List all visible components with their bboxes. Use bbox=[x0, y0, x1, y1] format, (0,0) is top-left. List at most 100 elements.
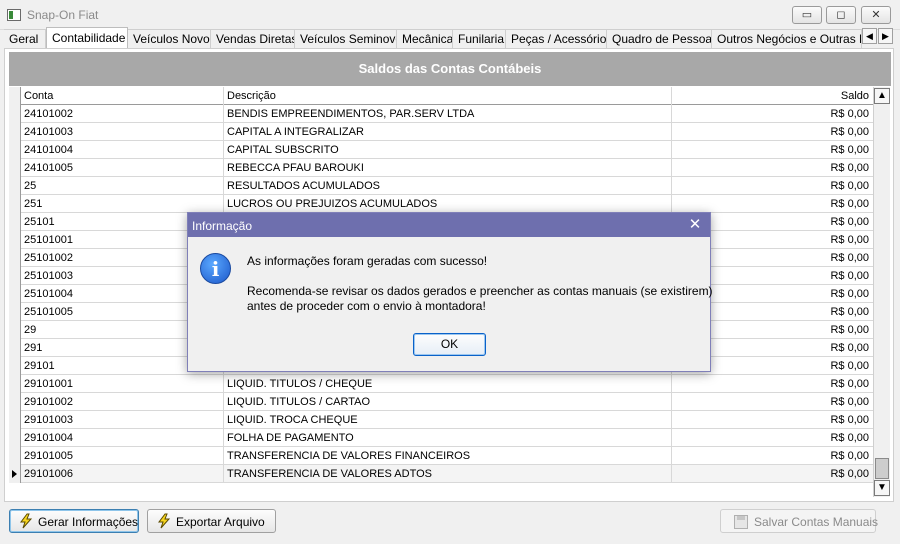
cell-conta[interactable]: 24101002 bbox=[21, 105, 224, 123]
tab-mecanica[interactable]: Mecânica bbox=[397, 29, 453, 48]
cell-conta[interactable]: 24101003 bbox=[21, 123, 224, 141]
cell-saldo[interactable]: R$ 0,00 bbox=[672, 141, 873, 159]
dialog-title-bar[interactable]: Informação ✕ bbox=[188, 213, 710, 237]
row-indicator[interactable] bbox=[9, 447, 21, 465]
cell-descricao[interactable]: CAPITAL A INTEGRALIZAR bbox=[224, 123, 672, 141]
maximize-button[interactable]: ◻ bbox=[826, 6, 856, 24]
row-indicator[interactable] bbox=[9, 411, 21, 429]
cell-descricao[interactable]: CAPITAL SUBSCRITO bbox=[224, 141, 672, 159]
row-indicator[interactable] bbox=[9, 141, 21, 159]
cell-saldo[interactable]: R$ 0,00 bbox=[672, 195, 873, 213]
grid-vertical-scrollbar[interactable]: ▲ ▼ bbox=[873, 87, 890, 497]
table-row[interactable]: 29101004 FOLHA DE PAGAMENTO R$ 0,00 bbox=[9, 429, 873, 447]
cell-saldo[interactable]: R$ 0,00 bbox=[672, 465, 873, 483]
column-header-conta[interactable]: Conta bbox=[21, 87, 224, 105]
tab-veiculos-novos[interactable]: Veículos Novos bbox=[128, 29, 211, 48]
table-row[interactable]: 24101003 CAPITAL A INTEGRALIZAR R$ 0,00 bbox=[9, 123, 873, 141]
cell-descricao[interactable]: TRANSFERENCIA DE VALORES FINANCEIROS bbox=[224, 447, 672, 465]
cell-saldo[interactable]: R$ 0,00 bbox=[672, 105, 873, 123]
cell-saldo[interactable]: R$ 0,00 bbox=[672, 159, 873, 177]
row-indicator[interactable] bbox=[9, 159, 21, 177]
table-row[interactable]: 29101003 LIQUID. TROCA CHEQUE R$ 0,00 bbox=[9, 411, 873, 429]
gerar-informacoes-button[interactable]: Gerar Informações bbox=[9, 509, 139, 533]
table-row[interactable]: 25 RESULTADOS ACUMULADOS R$ 0,00 bbox=[9, 177, 873, 195]
cell-conta[interactable]: 29101004 bbox=[21, 429, 224, 447]
cell-descricao[interactable]: BENDIS EMPREENDIMENTOS, PAR.SERV LTDA bbox=[224, 105, 672, 123]
row-indicator[interactable] bbox=[9, 105, 21, 123]
tab-quadro-de-pessoas[interactable]: Quadro de Pessoas bbox=[607, 29, 712, 48]
salvar-contas-manuais-label: Salvar Contas Manuais bbox=[754, 515, 879, 529]
cell-descricao[interactable]: REBECCA PFAU BAROUKI bbox=[224, 159, 672, 177]
row-indicator[interactable] bbox=[9, 321, 21, 339]
table-row[interactable]: 24101004 CAPITAL SUBSCRITO R$ 0,00 bbox=[9, 141, 873, 159]
exportar-arquivo-label: Exportar Arquivo bbox=[176, 515, 265, 529]
row-indicator[interactable] bbox=[9, 375, 21, 393]
cell-descricao[interactable]: FOLHA DE PAGAMENTO bbox=[224, 429, 672, 447]
cell-conta[interactable]: 25 bbox=[21, 177, 224, 195]
scroll-up-icon[interactable]: ▲ bbox=[874, 88, 890, 104]
salvar-contas-manuais-button[interactable]: Salvar Contas Manuais bbox=[720, 509, 879, 533]
cell-descricao[interactable]: LUCROS OU PREJUIZOS ACUMULADOS bbox=[224, 195, 672, 213]
cell-saldo[interactable]: R$ 0,00 bbox=[672, 447, 873, 465]
cell-descricao[interactable]: LIQUID. TITULOS / CARTAO bbox=[224, 393, 672, 411]
scroll-thumb[interactable] bbox=[875, 458, 889, 479]
dialog-close-icon[interactable]: ✕ bbox=[686, 216, 704, 234]
row-indicator[interactable] bbox=[9, 195, 21, 213]
tab-geral[interactable]: Geral bbox=[4, 29, 46, 48]
tab-scroll-right-icon[interactable]: ▶ bbox=[878, 28, 893, 44]
cell-conta[interactable]: 29101002 bbox=[21, 393, 224, 411]
row-indicator[interactable] bbox=[9, 123, 21, 141]
cell-saldo[interactable]: R$ 0,00 bbox=[672, 375, 873, 393]
row-indicator[interactable] bbox=[9, 213, 21, 231]
ok-button[interactable]: OK bbox=[413, 333, 486, 356]
cell-conta[interactable]: 29101003 bbox=[21, 411, 224, 429]
minimize-button[interactable]: ▭ bbox=[792, 6, 822, 24]
table-row[interactable]: 29101001 LIQUID. TITULOS / CHEQUE R$ 0,00 bbox=[9, 375, 873, 393]
row-indicator[interactable] bbox=[9, 357, 21, 375]
scroll-down-icon[interactable]: ▼ bbox=[874, 480, 890, 496]
cell-descricao[interactable]: LIQUID. TITULOS / CHEQUE bbox=[224, 375, 672, 393]
table-row[interactable]: 29101005 TRANSFERENCIA DE VALORES FINANCE… bbox=[9, 447, 873, 465]
close-window-button[interactable]: ✕ bbox=[861, 6, 891, 24]
exportar-arquivo-button[interactable]: Exportar Arquivo bbox=[147, 509, 276, 533]
cell-conta[interactable]: 24101005 bbox=[21, 159, 224, 177]
row-indicator[interactable] bbox=[9, 339, 21, 357]
column-header-descricao[interactable]: Descrição bbox=[224, 87, 672, 105]
row-indicator[interactable] bbox=[9, 267, 21, 285]
row-indicator[interactable] bbox=[9, 285, 21, 303]
window-title: Snap-On Fiat bbox=[27, 8, 99, 22]
cell-saldo[interactable]: R$ 0,00 bbox=[672, 393, 873, 411]
table-row[interactable]: 29101006 TRANSFERENCIA DE VALORES ADTOS R$… bbox=[9, 465, 873, 483]
row-indicator[interactable] bbox=[9, 249, 21, 267]
cell-conta[interactable]: 29101005 bbox=[21, 447, 224, 465]
column-header-saldo[interactable]: Saldo bbox=[672, 87, 873, 105]
cell-conta[interactable]: 29101006 bbox=[21, 465, 224, 483]
tab-veiculos-seminovos[interactable]: Veículos Seminovos bbox=[295, 29, 397, 48]
table-row[interactable]: 24101005 REBECCA PFAU BAROUKI R$ 0,00 bbox=[9, 159, 873, 177]
cell-descricao[interactable]: TRANSFERENCIA DE VALORES ADTOS bbox=[224, 465, 672, 483]
row-indicator[interactable] bbox=[9, 465, 21, 483]
table-row[interactable]: 29101002 LIQUID. TITULOS / CARTAO R$ 0,00 bbox=[9, 393, 873, 411]
table-row[interactable]: 24101002 BENDIS EMPREENDIMENTOS, PAR.SERV… bbox=[9, 105, 873, 123]
cell-conta[interactable]: 24101004 bbox=[21, 141, 224, 159]
cell-saldo[interactable]: R$ 0,00 bbox=[672, 429, 873, 447]
tab-contabilidade[interactable]: Contabilidade bbox=[46, 27, 128, 49]
cell-saldo[interactable]: R$ 0,00 bbox=[672, 411, 873, 429]
row-indicator[interactable] bbox=[9, 429, 21, 447]
cell-conta[interactable]: 251 bbox=[21, 195, 224, 213]
cell-descricao[interactable]: LIQUID. TROCA CHEQUE bbox=[224, 411, 672, 429]
tab-scroll-left-icon[interactable]: ◀ bbox=[862, 28, 877, 44]
tab-funilaria[interactable]: Funilaria bbox=[453, 29, 506, 48]
table-row[interactable]: 251 LUCROS OU PREJUIZOS ACUMULADOS R$ 0,00 bbox=[9, 195, 873, 213]
row-indicator[interactable] bbox=[9, 231, 21, 249]
cell-saldo[interactable]: R$ 0,00 bbox=[672, 177, 873, 195]
cell-conta[interactable]: 29101001 bbox=[21, 375, 224, 393]
cell-descricao[interactable]: RESULTADOS ACUMULADOS bbox=[224, 177, 672, 195]
tab-vendas-diretas[interactable]: Vendas Diretas bbox=[211, 29, 295, 48]
tab-outros-negocios[interactable]: Outros Negócios e Outras Mar bbox=[712, 29, 862, 48]
row-indicator[interactable] bbox=[9, 177, 21, 195]
row-indicator[interactable] bbox=[9, 393, 21, 411]
tab-pecas-acessorios[interactable]: Peças / Acessórios bbox=[506, 29, 607, 48]
row-indicator[interactable] bbox=[9, 303, 21, 321]
cell-saldo[interactable]: R$ 0,00 bbox=[672, 123, 873, 141]
